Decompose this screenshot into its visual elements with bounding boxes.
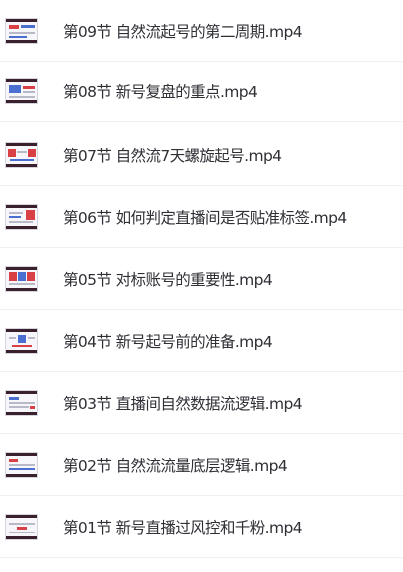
file-row[interactable]: 第08节 新号复盘的重点.mp4 [0, 60, 403, 122]
file-name: 第06节 如何判定直播间是否贴准标签.mp4 [63, 208, 347, 227]
video-thumbnail-icon [5, 141, 38, 168]
video-thumbnail-icon [5, 265, 38, 292]
file-row[interactable]: 第07节 自然流7天螺旋起号.mp4 [0, 124, 403, 186]
video-thumbnail-icon [5, 203, 38, 230]
file-row[interactable]: 第09节 自然流起号的第二周期.mp4 [0, 0, 403, 62]
file-row[interactable]: 第03节 直播间自然数据流逻辑.mp4 [0, 372, 403, 434]
file-name: 第04节 新号起号前的准备.mp4 [63, 332, 273, 351]
video-thumbnail-icon [5, 389, 38, 416]
file-name: 第08节 新号复盘的重点.mp4 [63, 82, 258, 101]
file-row[interactable]: 第04节 新号起号前的准备.mp4 [0, 310, 403, 372]
video-thumbnail-icon [5, 327, 38, 354]
file-row[interactable]: 第01节 新号直播过风控和千粉.mp4 [0, 496, 403, 558]
video-thumbnail-icon [5, 77, 38, 104]
file-list: 第09节 自然流起号的第二周期.mp4 第08节 新号复盘的重点.mp4 第07… [0, 0, 403, 572]
file-row[interactable]: 第06节 如何判定直播间是否贴准标签.mp4 [0, 186, 403, 248]
file-name: 第05节 对标账号的重要性.mp4 [63, 270, 273, 289]
file-row[interactable]: 第02节 自然流流量底层逻辑.mp4 [0, 434, 403, 496]
file-name: 第01节 新号直播过风控和千粉.mp4 [63, 518, 303, 537]
video-thumbnail-icon [5, 513, 38, 540]
file-row[interactable]: 第05节 对标账号的重要性.mp4 [0, 248, 403, 310]
video-thumbnail-icon [5, 17, 38, 44]
file-name: 第09节 自然流起号的第二周期.mp4 [63, 22, 303, 41]
file-name: 第07节 自然流7天螺旋起号.mp4 [63, 146, 282, 165]
video-thumbnail-icon [5, 451, 38, 478]
file-name: 第02节 自然流流量底层逻辑.mp4 [63, 456, 288, 475]
file-name: 第03节 直播间自然数据流逻辑.mp4 [63, 394, 303, 413]
